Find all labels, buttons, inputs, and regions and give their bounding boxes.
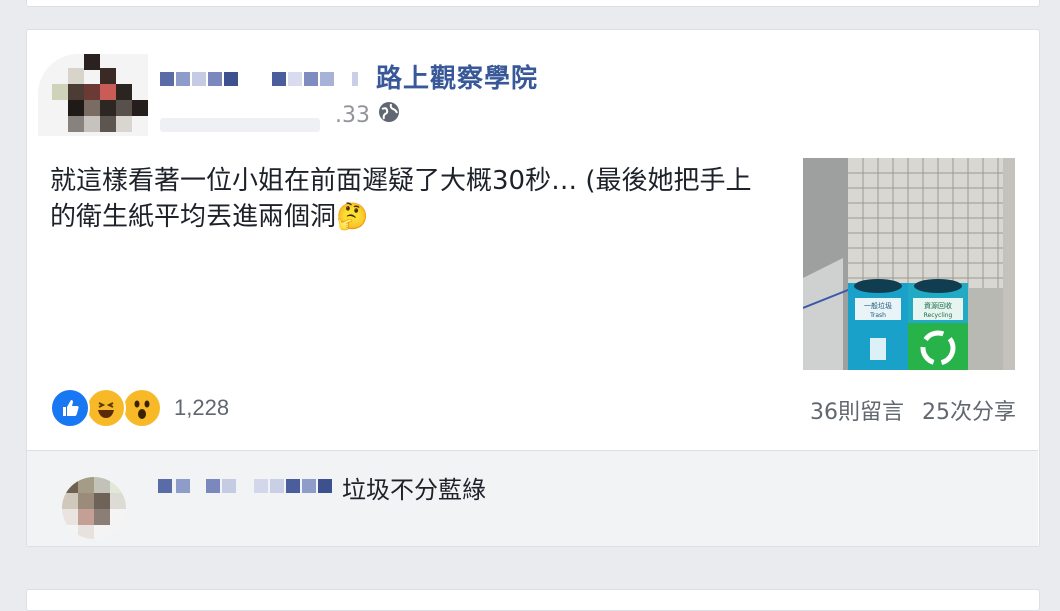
shares-count-link[interactable]: 25次分享 [922,394,1016,426]
haha-icon [86,388,126,428]
reactions-summary[interactable]: 1,228 [50,388,229,428]
left-bin-sublabel: Trash [869,312,886,319]
reaction-count: 1,228 [174,395,230,420]
left-bin-label: 一般垃圾 [864,301,892,310]
post-photo[interactable]: 一般垃圾 Trash 資源回收 Recycling [803,158,1015,370]
timestamp-text: .33 [335,102,370,128]
comment-text: 垃圾不分藍綠 [342,476,486,504]
next-post-card [26,589,1040,611]
wow-icon [122,388,162,428]
previous-post-card [26,0,1040,7]
poster-avatar[interactable] [38,54,148,136]
post-timestamp[interactable]: .33 [335,101,400,129]
page-name-link[interactable]: 路上觀察學院 [376,58,538,95]
timestamp-redacted [160,118,320,132]
post-stats: 36則留言 25次分享 [810,394,1016,426]
post-body-text: 就這樣看著一位小姐在前面遲疑了大概30秒… (最後她把手上的衛生紙平均丟進兩個洞… [50,166,752,232]
right-bin-sublabel: Recycling [924,312,953,319]
comment-section [27,450,1038,546]
globe-icon [378,101,400,129]
right-bin-label: 資源回收 [924,301,952,310]
comments-count-link[interactable]: 36則留言 [810,394,904,426]
like-icon [50,388,90,428]
commenter-avatar[interactable] [62,477,126,539]
